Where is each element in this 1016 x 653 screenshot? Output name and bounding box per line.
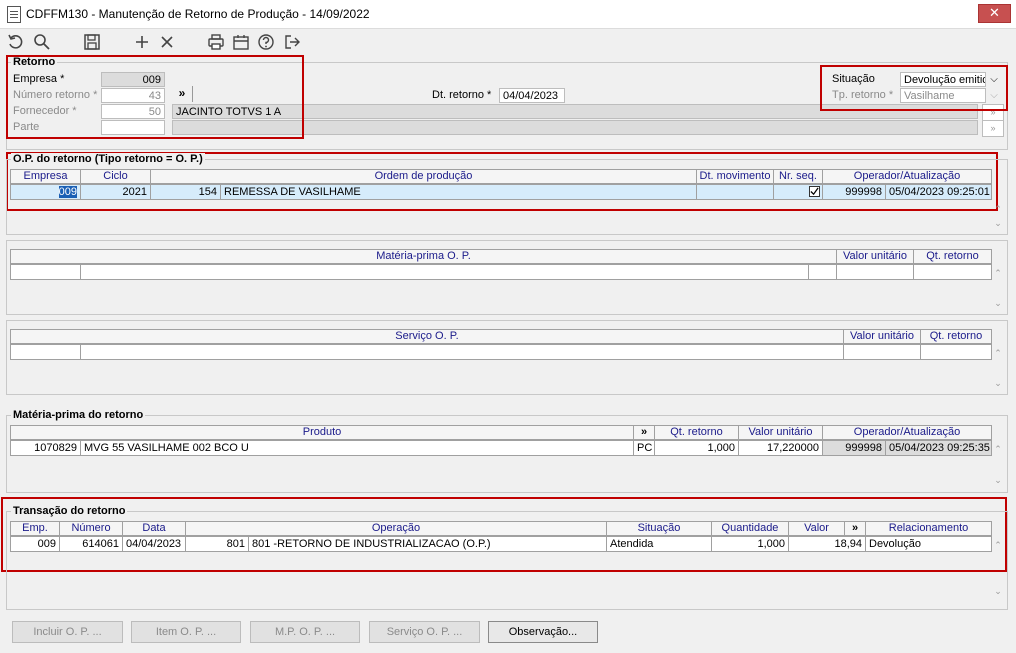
- op-col-dt-movimento[interactable]: Dt. movimento: [696, 169, 774, 184]
- scroll-up-icon[interactable]: ⌃: [993, 444, 1003, 454]
- op-col-ordem[interactable]: Ordem de produção: [150, 169, 697, 184]
- trans-col-data[interactable]: Data: [122, 521, 186, 536]
- dt-retorno-label: Dt. retorno *: [432, 89, 492, 101]
- trans-cell-emp[interactable]: 009: [10, 536, 60, 552]
- mp-ret-cell-qt[interactable]: 1,000: [654, 440, 739, 456]
- mp-ret-cell-unidade[interactable]: PC: [633, 440, 655, 456]
- title-bar: CDFFM130 - Manutenção de Retorno de Prod…: [0, 0, 1016, 29]
- trans-cell-data[interactable]: 04/04/2023: [122, 536, 186, 552]
- trans-col-numero[interactable]: Número: [59, 521, 123, 536]
- mp-ret-col-produto[interactable]: Produto: [10, 425, 634, 440]
- scroll-up-icon[interactable]: ⌃: [993, 268, 1003, 278]
- serv-op-cell[interactable]: [80, 344, 844, 360]
- dt-retorno-field[interactable]: 04/04/2023: [499, 88, 565, 103]
- mp-op-col-valor[interactable]: Valor unitário: [836, 249, 914, 264]
- mp-op-cell[interactable]: [836, 264, 914, 280]
- op-cell-ciclo[interactable]: 2021: [80, 184, 151, 200]
- scroll-up-icon[interactable]: ⌃: [993, 540, 1003, 550]
- mp-op-cell[interactable]: [808, 264, 837, 280]
- window-title: CDFFM130 - Manutenção de Retorno de Prod…: [26, 7, 370, 21]
- op-col-nr-seq[interactable]: Nr. seq.: [773, 169, 823, 184]
- trans-cell-relacionamento[interactable]: Devolução: [865, 536, 992, 552]
- search-icon[interactable]: [32, 32, 52, 52]
- transacao-group-label: Transação do retorno: [11, 505, 128, 517]
- checkmark-icon: [810, 187, 819, 196]
- trans-col-situacao[interactable]: Situação: [606, 521, 712, 536]
- mp-ret-cell-descricao[interactable]: MVG 55 VASILHAME 002 BCO U: [80, 440, 634, 456]
- trans-cell-op-cod[interactable]: 801: [185, 536, 249, 552]
- op-empresa-value: 009: [58, 186, 77, 198]
- incluir-op-button[interactable]: Incluir O. P. ...: [12, 621, 123, 643]
- scroll-up-icon[interactable]: ⌃: [993, 204, 1003, 214]
- trans-cell-op-desc[interactable]: 801 -RETORNO DE INDUSTRIALIZACAO (O.P.): [248, 536, 607, 552]
- scroll-down-icon[interactable]: ⌄: [993, 586, 1003, 596]
- scroll-down-icon[interactable]: ⌄: [993, 378, 1003, 388]
- add-icon[interactable]: [132, 32, 152, 52]
- trans-col-lookup[interactable]: »: [844, 521, 866, 536]
- mp-ret-col-valor[interactable]: Valor unitário: [738, 425, 823, 440]
- highlight-retorno: [6, 55, 304, 139]
- trans-col-relacionamento[interactable]: Relacionamento: [865, 521, 992, 536]
- mp-op-col-materia[interactable]: Matéria-prima O. P.: [10, 249, 837, 264]
- serv-op-cell[interactable]: [10, 344, 81, 360]
- app-document-icon: [7, 6, 21, 23]
- lookup-icon[interactable]: »: [982, 120, 1004, 137]
- help-icon[interactable]: [256, 32, 276, 52]
- mp-op-button[interactable]: M.P. O. P. ...: [250, 621, 360, 643]
- trans-cell-numero[interactable]: 614061: [59, 536, 123, 552]
- op-cell-nr-seq[interactable]: [773, 184, 823, 200]
- op-cell-empresa[interactable]: 009: [10, 184, 81, 200]
- mp-ret-cell-atualizacao[interactable]: 05/04/2023 09:25:35: [885, 440, 992, 456]
- mp-ret-cell-valor[interactable]: 17,220000: [738, 440, 823, 456]
- mp-op-cell[interactable]: [10, 264, 81, 280]
- trans-col-operacao[interactable]: Operação: [185, 521, 607, 536]
- highlight-situacao: [820, 65, 1008, 111]
- mp-ret-col-operador[interactable]: Operador/Atualização: [822, 425, 992, 440]
- trans-col-emp[interactable]: Emp.: [10, 521, 60, 536]
- mp-ret-col-lookup[interactable]: »: [633, 425, 655, 440]
- trans-col-quantidade[interactable]: Quantidade: [711, 521, 789, 536]
- op-cell-operador[interactable]: 999998: [822, 184, 886, 200]
- mp-retorno-group-label: Matéria-prima do retorno: [11, 409, 146, 421]
- delete-icon[interactable]: [157, 32, 177, 52]
- nr-seq-checkbox[interactable]: [809, 186, 820, 197]
- print-icon[interactable]: [206, 32, 226, 52]
- op-col-operador[interactable]: Operador/Atualização: [822, 169, 992, 184]
- mp-ret-col-qt[interactable]: Qt. retorno: [654, 425, 739, 440]
- exit-icon[interactable]: [282, 32, 302, 52]
- op-group-label: O.P. do retorno (Tipo retorno = O. P.): [11, 153, 205, 165]
- toolbar: [0, 29, 1016, 55]
- calendar-icon[interactable]: [231, 32, 251, 52]
- op-cell-atualizacao[interactable]: 05/04/2023 09:25:01: [885, 184, 992, 200]
- scroll-down-icon[interactable]: ⌄: [993, 475, 1003, 485]
- trans-cell-valor[interactable]: 18,94: [788, 536, 866, 552]
- serv-op-col-valor[interactable]: Valor unitário: [843, 329, 921, 344]
- op-cell-ordem-num[interactable]: 154: [150, 184, 221, 200]
- op-col-ciclo[interactable]: Ciclo: [80, 169, 151, 184]
- mp-ret-cell-operador[interactable]: 999998: [822, 440, 886, 456]
- mp-op-col-qt[interactable]: Qt. retorno: [913, 249, 992, 264]
- scroll-down-icon[interactable]: ⌄: [993, 298, 1003, 308]
- close-window-button[interactable]: ✕: [978, 4, 1011, 23]
- op-cell-dt-movimento[interactable]: [696, 184, 774, 200]
- undo-icon[interactable]: [6, 32, 26, 52]
- mp-ret-cell-codigo[interactable]: 1070829: [10, 440, 81, 456]
- servico-op-button[interactable]: Serviço O. P. ...: [369, 621, 480, 643]
- op-col-empresa[interactable]: Empresa: [10, 169, 81, 184]
- serv-op-cell[interactable]: [920, 344, 992, 360]
- observacao-button[interactable]: Observação...: [488, 621, 598, 643]
- scroll-down-icon[interactable]: ⌄: [993, 218, 1003, 228]
- serv-op-cell[interactable]: [843, 344, 921, 360]
- trans-cell-situacao[interactable]: Atendida: [606, 536, 712, 552]
- mp-op-cell[interactable]: [913, 264, 992, 280]
- save-icon[interactable]: [82, 32, 102, 52]
- trans-col-valor[interactable]: Valor: [788, 521, 845, 536]
- item-op-button[interactable]: Item O. P. ...: [131, 621, 241, 643]
- trans-cell-quantidade[interactable]: 1,000: [711, 536, 789, 552]
- serv-op-col-servico[interactable]: Serviço O. P.: [10, 329, 844, 344]
- mp-op-cell[interactable]: [80, 264, 809, 280]
- serv-op-col-qt[interactable]: Qt. retorno: [920, 329, 992, 344]
- op-cell-ordem-desc[interactable]: REMESSA DE VASILHAME: [220, 184, 697, 200]
- scroll-up-icon[interactable]: ⌃: [993, 348, 1003, 358]
